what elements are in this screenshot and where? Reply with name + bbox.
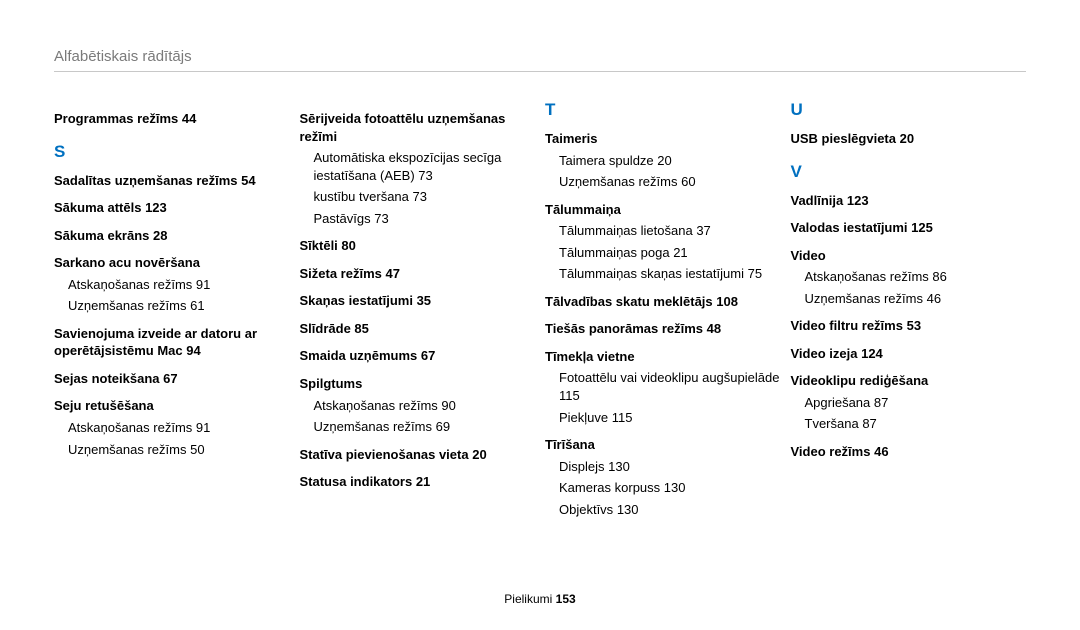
index-entry: Taimeris <box>545 130 781 148</box>
index-subentry: Automātiska ekspozīcijas secīga iestatīš… <box>314 149 536 184</box>
index-entry: Vadlīnija 123 <box>791 192 1027 210</box>
index-entry: Tīmekļa vietne <box>545 348 781 366</box>
index-subentry: Tālummaiņas skaņas iestatījumi 75 <box>559 265 781 283</box>
index-entry: Sarkano acu novēršana <box>54 254 290 272</box>
index-subentry: Taimera spuldze 20 <box>559 152 781 170</box>
footer-page-number: 153 <box>556 592 576 606</box>
index-subentry: Fotoattēlu vai videoklipu augšupielāde 1… <box>559 369 781 404</box>
index-subentry: Displejs 130 <box>559 458 781 476</box>
index-entry: Video <box>791 247 1027 265</box>
index-entry: Video režīms 46 <box>791 443 1027 461</box>
index-entry: Sākuma attēls 123 <box>54 199 290 217</box>
section-letter-u: U <box>791 100 1027 120</box>
index-entry: Sižeta režīms 47 <box>300 265 536 283</box>
index-entry: Tīrīšana <box>545 436 781 454</box>
index-entry: Tālvadības skatu meklētājs 108 <box>545 293 781 311</box>
index-subentry: Piekļuve 115 <box>559 409 781 427</box>
index-entry: Tālummaiņa <box>545 201 781 219</box>
page-header: Alfabētiskais rādītājs <box>54 48 1026 72</box>
index-entry: Slīdrāde 85 <box>300 320 536 338</box>
index-subentry: Uzņemšanas režīms 60 <box>559 173 781 191</box>
index-subentry: Uzņemšanas režīms 69 <box>314 418 536 436</box>
index-entry: Sērijveida fotoattēlu uzņemšanas režīmi <box>300 110 536 145</box>
index-entry: Video izeja 124 <box>791 345 1027 363</box>
index-entry: Videoklipu rediģēšana <box>791 372 1027 390</box>
column-2: Sērijveida fotoattēlu uzņemšanas režīmi … <box>300 100 536 518</box>
index-entry: Sākuma ekrāns 28 <box>54 227 290 245</box>
index-subentry: Atskaņošanas režīms 86 <box>805 268 1027 286</box>
index-subentry: Atskaņošanas režīms 91 <box>68 419 290 437</box>
index-subentry: Apgriešana 87 <box>805 394 1027 412</box>
index-entry: Statīva pievienošanas vieta 20 <box>300 446 536 464</box>
section-letter-t: T <box>545 100 781 120</box>
index-subentry: kustību tveršana 73 <box>314 188 536 206</box>
index-entry: Statusa indikators 21 <box>300 473 536 491</box>
index-subentry: Pastāvīgs 73 <box>314 210 536 228</box>
index-entry: Seju retušēšana <box>54 397 290 415</box>
section-letter-v: V <box>791 162 1027 182</box>
index-subentry: Atskaņošanas režīms 90 <box>314 397 536 415</box>
index-subentry: Tālummaiņas poga 21 <box>559 244 781 262</box>
index-entry: USB pieslēgvieta 20 <box>791 130 1027 148</box>
index-entry: Savienojuma izveide ar datoru ar operētā… <box>54 325 290 360</box>
index-subentry: Kameras korpuss 130 <box>559 479 781 497</box>
index-entry: Smaida uzņēmums 67 <box>300 347 536 365</box>
index-subentry: Uzņemšanas režīms 46 <box>805 290 1027 308</box>
index-entry: Video filtru režīms 53 <box>791 317 1027 335</box>
index-entry: Skaņas iestatījumi 35 <box>300 292 536 310</box>
index-subentry: Uzņemšanas režīms 61 <box>68 297 290 315</box>
index-subentry: Objektīvs 130 <box>559 501 781 519</box>
index-entry: Programmas režīms 44 <box>54 110 290 128</box>
index-subentry: Tālummaiņas lietošana 37 <box>559 222 781 240</box>
page-footer: Pielikumi 153 <box>0 592 1080 606</box>
index-subentry: Atskaņošanas režīms 91 <box>68 276 290 294</box>
index-entry: Sejas noteikšana 67 <box>54 370 290 388</box>
column-3: T Taimeris Taimera spuldze 20 Uzņemšanas… <box>545 100 781 518</box>
index-entry: Tiešās panorāmas režīms 48 <box>545 320 781 338</box>
index-entry: Sadalītas uzņemšanas režīms 54 <box>54 172 290 190</box>
index-entry: Spilgtums <box>300 375 536 393</box>
index-subentry: Uzņemšanas režīms 50 <box>68 441 290 459</box>
column-1: Programmas režīms 44 S Sadalītas uzņemša… <box>54 100 290 518</box>
section-letter-s: S <box>54 142 290 162</box>
index-subentry: Tveršana 87 <box>805 415 1027 433</box>
column-4: U USB pieslēgvieta 20 V Vadlīnija 123 Va… <box>791 100 1027 518</box>
index-entry: Valodas iestatījumi 125 <box>791 219 1027 237</box>
footer-label: Pielikumi <box>504 592 552 606</box>
index-columns: Programmas režīms 44 S Sadalītas uzņemša… <box>54 100 1026 518</box>
index-entry: Sīktēli 80 <box>300 237 536 255</box>
